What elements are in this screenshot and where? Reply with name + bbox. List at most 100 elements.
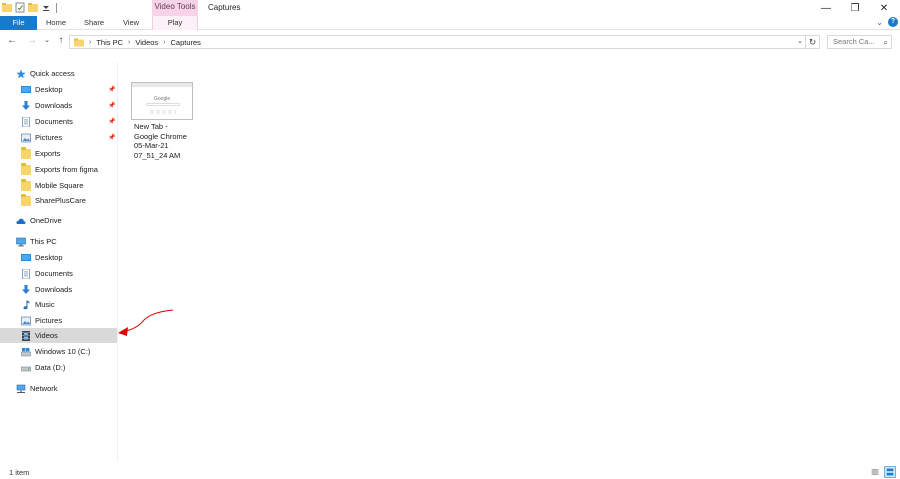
- search-input[interactable]: Search Ca... ⌕: [827, 35, 892, 49]
- breadcrumb-separator[interactable]: ›: [128, 39, 130, 46]
- document-icon: [22, 268, 30, 279]
- nav-quick-documents[interactable]: Documents 📌: [0, 114, 117, 129]
- nav-pc-music[interactable]: Music: [0, 297, 117, 312]
- ribbon-expand-icon[interactable]: ⌄: [876, 18, 883, 27]
- pin-icon[interactable]: 📌: [108, 118, 115, 125]
- nav-label: Exports: [35, 149, 61, 158]
- recent-locations-button[interactable]: ⌄: [41, 35, 53, 47]
- music-note-icon: [23, 300, 30, 309]
- forward-button[interactable]: →: [26, 35, 38, 47]
- folder-icon: [21, 162, 31, 175]
- thumbnail-shortcut-tiles: [150, 110, 176, 114]
- nav-quick-access[interactable]: Quick access: [0, 66, 117, 81]
- breadcrumb-captures[interactable]: Captures: [171, 38, 201, 47]
- pin-icon[interactable]: 📌: [108, 86, 115, 93]
- download-arrow-icon: [22, 100, 30, 110]
- pin-icon[interactable]: 📌: [108, 102, 115, 109]
- address-dropdown-icon[interactable]: ⌄: [797, 37, 803, 45]
- status-bar: 1 item: [0, 463, 900, 479]
- folder-icon: [74, 38, 84, 46]
- breadcrumb-separator[interactable]: ›: [163, 39, 165, 46]
- nav-label: Documents: [35, 269, 73, 278]
- minimize-button[interactable]: —: [811, 0, 841, 16]
- restore-button[interactable]: ❐: [840, 0, 870, 16]
- quick-access-toolbar: [2, 2, 57, 13]
- nav-pc-videos[interactable]: Videos: [0, 328, 117, 343]
- pictures-icon: [21, 133, 31, 142]
- search-icon: ⌕: [883, 38, 888, 47]
- nav-quick-mobile-square[interactable]: Mobile Square: [0, 178, 117, 193]
- red-arrow-annotation: [118, 309, 174, 336]
- refresh-button[interactable]: ↻: [806, 35, 820, 49]
- nav-pc-drive-d[interactable]: Data (D:): [0, 360, 117, 375]
- help-icon[interactable]: ?: [888, 17, 898, 27]
- folder-icon: [2, 3, 12, 12]
- address-bar[interactable]: › This PC › Videos › Captures ⌄: [69, 35, 806, 49]
- tab-share[interactable]: Share: [78, 16, 110, 30]
- folder-icon: [21, 193, 31, 206]
- folder-icon: [21, 146, 31, 159]
- nav-label: Documents: [35, 117, 73, 126]
- search-placeholder: Search Ca...: [833, 37, 875, 46]
- video-tools-contextual-tab: Video Tools: [152, 0, 198, 16]
- tab-home[interactable]: Home: [40, 16, 72, 30]
- nav-onedrive[interactable]: OneDrive: [0, 213, 117, 228]
- large-icons-view-icon[interactable]: [884, 466, 896, 478]
- nav-pc-drive-c[interactable]: Windows 10 (C:): [0, 344, 117, 359]
- details-view-icon[interactable]: [869, 466, 881, 478]
- nav-label: This PC: [30, 237, 57, 246]
- folder-icon: [21, 178, 31, 191]
- navigation-pane: Quick access Desktop 📌 Downloads 📌 Docum…: [0, 62, 118, 462]
- item-count: 1 item: [9, 468, 30, 477]
- nav-label: Data (D:): [35, 363, 66, 372]
- file-item[interactable]: Google New Tab - Google Chrome 05-Mar-21…: [131, 82, 195, 160]
- nav-quick-exports-from-figma[interactable]: Exports from figma: [0, 162, 117, 177]
- breadcrumb-videos[interactable]: Videos: [135, 38, 158, 47]
- video-thumbnail: Google: [131, 82, 193, 120]
- desktop-icon: [21, 85, 31, 93]
- nav-quick-downloads[interactable]: Downloads 📌: [0, 98, 117, 113]
- nav-quick-desktop[interactable]: Desktop 📌: [0, 82, 117, 97]
- desktop-icon: [21, 253, 31, 261]
- pin-icon[interactable]: 📌: [108, 134, 115, 141]
- nav-quick-pictures[interactable]: Pictures 📌: [0, 130, 117, 145]
- nav-label: Downloads: [35, 101, 73, 110]
- up-button[interactable]: ↑: [55, 35, 67, 47]
- window-title: Captures: [208, 3, 241, 12]
- new-folder-icon[interactable]: [28, 2, 38, 13]
- nav-label: Desktop: [35, 253, 63, 262]
- breadcrumb-this-pc[interactable]: This PC: [96, 38, 123, 47]
- ribbon-controls: ⌄ ?: [876, 17, 898, 27]
- close-button[interactable]: ✕: [869, 0, 899, 16]
- ribbon-tabs: File Home Share View Play ⌄ ?: [0, 16, 900, 30]
- back-button[interactable]: ←: [6, 35, 18, 47]
- nav-label: Desktop: [35, 85, 63, 94]
- nav-label: Videos: [35, 331, 58, 340]
- nav-pc-desktop[interactable]: Desktop: [0, 250, 117, 265]
- address-row: ← → ⌄ ↑ › This PC › Videos › Captures ⌄ …: [0, 32, 900, 51]
- nav-quick-exports[interactable]: Exports: [0, 146, 117, 161]
- customize-toolbar-icon[interactable]: [41, 2, 51, 13]
- drive-icon: [21, 366, 31, 371]
- title-bar: Video Tools Captures — ❐ ✕: [0, 0, 900, 16]
- nav-pc-pictures[interactable]: Pictures: [0, 313, 117, 328]
- nav-label: Network: [30, 384, 58, 393]
- document-icon: [22, 116, 30, 127]
- breadcrumb-separator[interactable]: ›: [89, 39, 91, 46]
- nav-quick-shareplus-care[interactable]: SharePlusCare: [0, 193, 117, 208]
- tab-file[interactable]: File: [0, 16, 37, 30]
- computer-icon: [16, 237, 26, 246]
- toolbar-divider: [56, 2, 57, 13]
- windows-drive-icon: [21, 347, 31, 356]
- nav-label: Quick access: [30, 69, 75, 78]
- nav-network[interactable]: Network: [0, 381, 117, 396]
- star-icon: [16, 69, 26, 78]
- nav-label: Windows 10 (C:): [35, 347, 91, 356]
- tab-play[interactable]: Play: [152, 16, 198, 30]
- nav-label: Downloads: [35, 285, 73, 294]
- tab-view[interactable]: View: [115, 16, 147, 30]
- nav-pc-documents[interactable]: Documents: [0, 266, 117, 281]
- nav-pc-downloads[interactable]: Downloads: [0, 282, 117, 297]
- properties-icon[interactable]: [15, 2, 25, 13]
- nav-this-pc[interactable]: This PC: [0, 234, 117, 249]
